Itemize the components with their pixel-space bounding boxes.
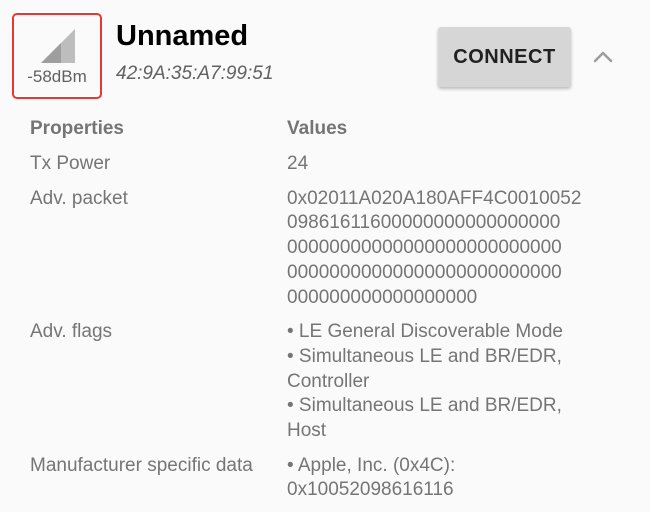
property-value: 24 <box>287 152 617 177</box>
value-line: 24 <box>287 153 309 174</box>
device-name: Unnamed <box>116 20 249 52</box>
property-value: • Apple, Inc. (0x4C): 0x10052098616116 <box>287 454 617 503</box>
property-value: • LE General Discoverable Mode • Simulta… <box>287 320 617 444</box>
signal-strength-indicator: -58dBm <box>12 13 102 99</box>
value-line: 000000000000000000 <box>287 286 478 308</box>
property-key: Manufacturer specific data <box>30 454 253 476</box>
properties-column-header: Properties <box>30 118 124 139</box>
value-line: Controller <box>287 370 370 392</box>
value-line: • LE General Discoverable Mode <box>287 321 563 343</box>
value-line: 00000000000000000000000000 <box>287 261 562 283</box>
device-address: 42:9A:35:A7:99:51 <box>116 63 274 84</box>
value-line: 00000000000000000000000000 <box>287 237 562 259</box>
property-row-tx-power: Tx Power 24 <box>30 152 630 177</box>
property-row-adv-packet: Adv. packet 0x02011A020A180AFF4C0010052 … <box>30 187 630 311</box>
value-line: • Simultaneous LE and BR/EDR, <box>287 345 562 367</box>
values-column-header: Values <box>287 118 348 139</box>
properties-table: Properties Values Tx Power 24 Adv. packe… <box>30 118 630 503</box>
chevron-up-icon <box>593 51 613 63</box>
collapse-button[interactable] <box>588 42 618 72</box>
property-key: Tx Power <box>30 153 111 174</box>
signal-strength-label: -58dBm <box>27 67 87 86</box>
value-line: • Simultaneous LE and BR/EDR, <box>287 395 562 417</box>
device-card: -58dBm Unnamed 42:9A:35:A7:99:51 CONNECT… <box>0 0 650 512</box>
property-row-adv-flags: Adv. flags • LE General Discoverable Mod… <box>30 320 630 444</box>
property-key: Adv. flags <box>30 321 113 343</box>
value-line: Host <box>287 420 327 442</box>
property-value: 0x02011A020A180AFF4C0010052 098616116000… <box>287 187 617 311</box>
signal-strength-icon <box>41 29 75 63</box>
property-row-manufacturer-data: Manufacturer specific data • Apple, Inc.… <box>30 454 630 503</box>
property-key: Adv. packet <box>30 187 128 209</box>
connect-button[interactable]: CONNECT <box>438 27 571 87</box>
table-header: Properties Values <box>30 118 630 152</box>
value-line: 0x10052098616116 <box>287 479 454 501</box>
value-line: 09861611600000000000000000 <box>287 212 561 234</box>
value-line: 0x02011A020A180AFF4C0010052 <box>287 187 582 209</box>
value-line: • Apple, Inc. (0x4C): <box>287 454 456 476</box>
